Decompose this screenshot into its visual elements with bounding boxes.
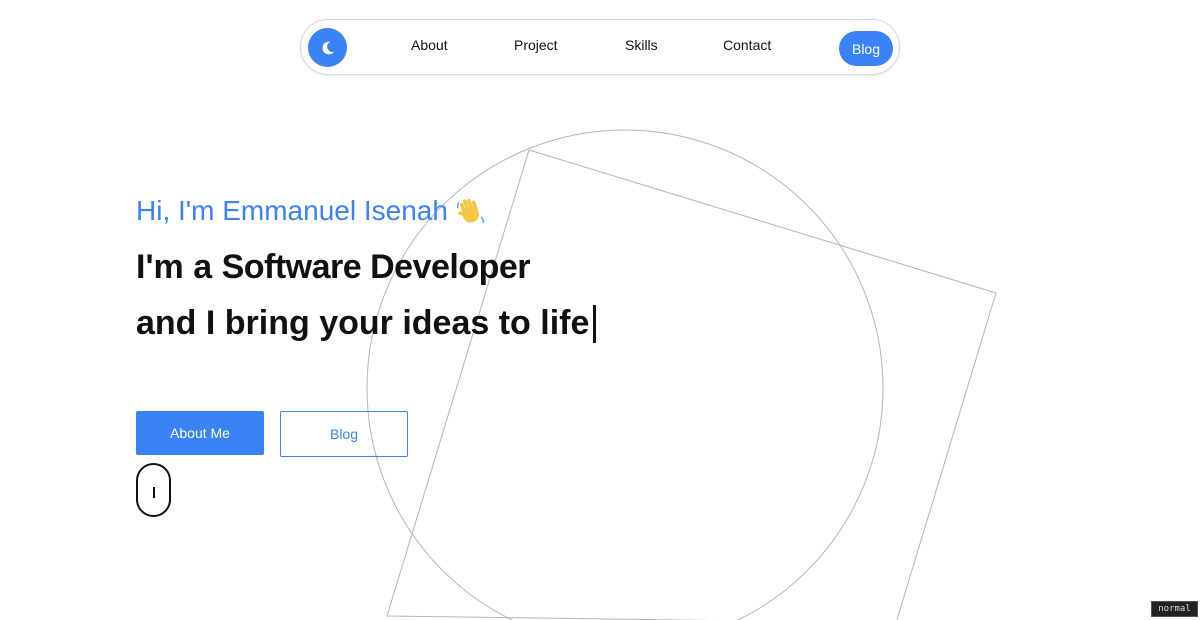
top-navbar: About Project Skills Contact Blog [300, 19, 900, 75]
mode-badge: normal [1151, 601, 1198, 617]
tagline-text: and I bring your ideas to life [136, 304, 590, 342]
about-me-button[interactable]: About Me [136, 411, 264, 455]
moon-icon [322, 41, 334, 54]
nav-link-skills[interactable]: Skills [625, 37, 658, 53]
mouse-scroll-icon[interactable] [136, 463, 171, 517]
blog-button[interactable]: Blog [280, 411, 408, 457]
headline-role: I'm a Software Developer [136, 248, 531, 287]
theme-toggle-button[interactable] [308, 28, 347, 67]
waving-hand-icon [456, 199, 484, 224]
nav-link-contact[interactable]: Contact [723, 37, 771, 53]
scroll-wheel [153, 487, 155, 498]
headline-tagline: and I bring your ideas to life [136, 304, 597, 343]
headline-role-text: Software Developer [221, 248, 531, 286]
headline-prefix: I'm a [136, 248, 213, 286]
nav-link-blog[interactable]: Blog [839, 31, 893, 66]
greeting-text: Hi, I'm Emmanuel Isenah [136, 195, 448, 226]
nav-link-about[interactable]: About [411, 37, 448, 53]
nav-link-project[interactable]: Project [514, 37, 558, 53]
typing-caret [593, 304, 597, 343]
hero-greeting: Hi, I'm Emmanuel Isenah [136, 195, 487, 227]
page: About Project Skills Contact Blog Hi, I'… [0, 0, 1200, 620]
